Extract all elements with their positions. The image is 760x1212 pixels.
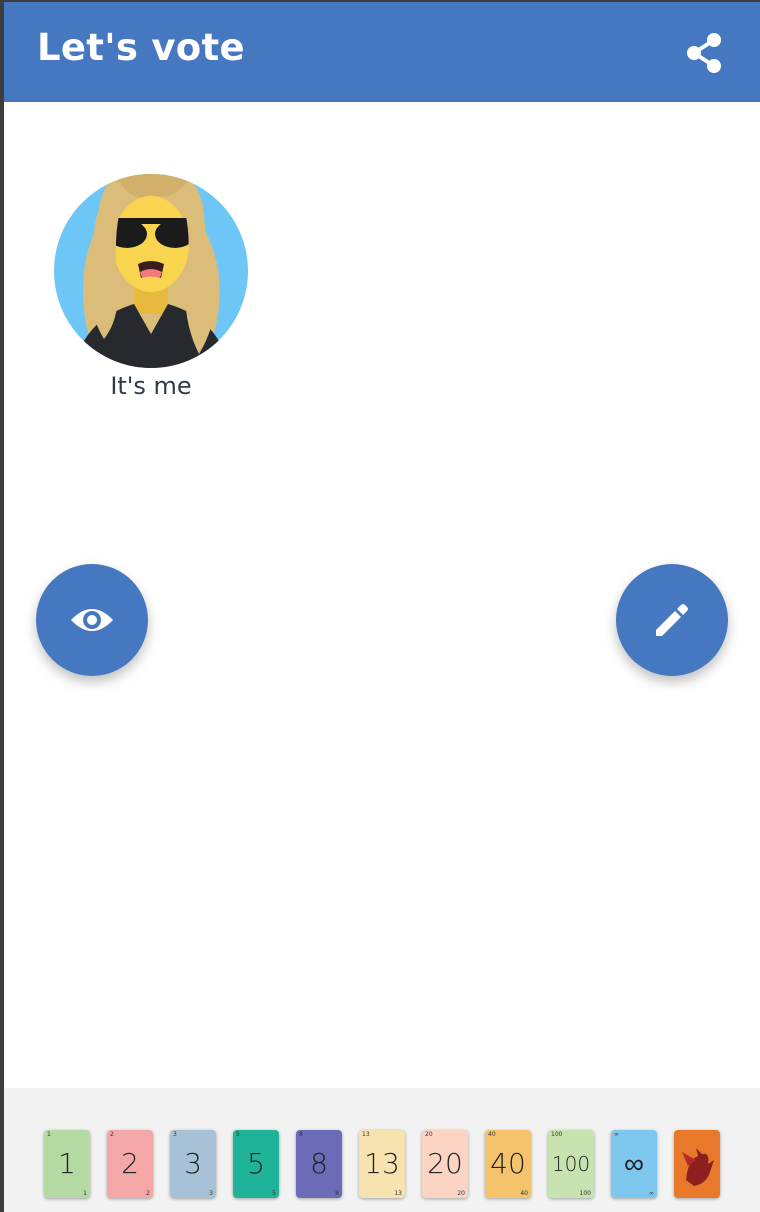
vote-card-dragon[interactable] xyxy=(674,1130,720,1198)
card-corner-label: 3 xyxy=(209,1190,213,1197)
card-corner-label: 100 xyxy=(579,1190,591,1197)
card-value: 5 xyxy=(247,1147,265,1180)
card-value: ∞ xyxy=(624,1147,644,1180)
avatar xyxy=(54,174,248,368)
card-deck: 1 1 1 2 2 2 3 3 3 5 5 5 8 8 8 13 13 13 2… xyxy=(4,1088,760,1212)
card-corner-label: 5 xyxy=(272,1190,276,1197)
share-button[interactable] xyxy=(684,32,724,74)
card-corner-label: 1 xyxy=(47,1131,51,1138)
card-corner-label: 8 xyxy=(299,1131,303,1138)
card-corner-label: 13 xyxy=(362,1131,370,1138)
card-corner-label: 2 xyxy=(110,1131,114,1138)
card-corner-label: 40 xyxy=(520,1190,528,1197)
card-corner-label: 5 xyxy=(236,1131,240,1138)
vote-card-2[interactable]: 2 2 2 xyxy=(107,1130,153,1198)
card-corner-label: 13 xyxy=(394,1190,402,1197)
reveal-votes-button[interactable] xyxy=(36,564,148,676)
card-corner-label: 20 xyxy=(425,1131,433,1138)
card-value: 13 xyxy=(364,1147,400,1180)
participant-name: It's me xyxy=(110,372,192,400)
card-corner-label: 100 xyxy=(551,1131,563,1138)
card-value: 20 xyxy=(427,1147,463,1180)
card-corner-label: 3 xyxy=(173,1131,177,1138)
window-frame-left xyxy=(0,0,4,1212)
card-value: 3 xyxy=(184,1147,202,1180)
vote-card-40[interactable]: 40 40 40 xyxy=(485,1130,531,1198)
edit-button[interactable] xyxy=(616,564,728,676)
participant-card: It's me xyxy=(54,154,248,400)
pencil-icon xyxy=(656,604,688,636)
vote-card-1[interactable]: 1 1 1 xyxy=(44,1130,90,1198)
card-value: 1 xyxy=(58,1147,76,1180)
vote-card-8[interactable]: 8 8 8 xyxy=(296,1130,342,1198)
vote-card-100[interactable]: 100 100 100 xyxy=(548,1130,594,1198)
card-value: 40 xyxy=(490,1147,526,1180)
share-icon xyxy=(687,33,721,73)
card-corner-label: 40 xyxy=(488,1131,496,1138)
card-corner-label: ∞ xyxy=(614,1131,619,1138)
dragon-icon xyxy=(682,1148,714,1186)
vote-card-13[interactable]: 13 13 13 xyxy=(359,1130,405,1198)
card-corner-label: 2 xyxy=(146,1190,150,1197)
card-corner-label: ∞ xyxy=(649,1190,654,1197)
eye-icon xyxy=(71,609,113,631)
card-corner-label: 8 xyxy=(335,1190,339,1197)
card-value: 2 xyxy=(121,1147,139,1180)
vote-card-3[interactable]: 3 3 3 xyxy=(170,1130,216,1198)
card-corner-label: 20 xyxy=(457,1190,465,1197)
vote-card-20[interactable]: 20 20 20 xyxy=(422,1130,468,1198)
vote-card-5[interactable]: 5 5 5 xyxy=(233,1130,279,1198)
card-value: 100 xyxy=(551,1152,591,1176)
vote-card-infinity[interactable]: ∞ ∞ ∞ xyxy=(611,1130,657,1198)
card-corner-label: 1 xyxy=(83,1190,87,1197)
page-title: Let's vote xyxy=(37,26,245,69)
card-value: 8 xyxy=(310,1147,328,1180)
app-bar: Let's vote xyxy=(4,2,760,102)
